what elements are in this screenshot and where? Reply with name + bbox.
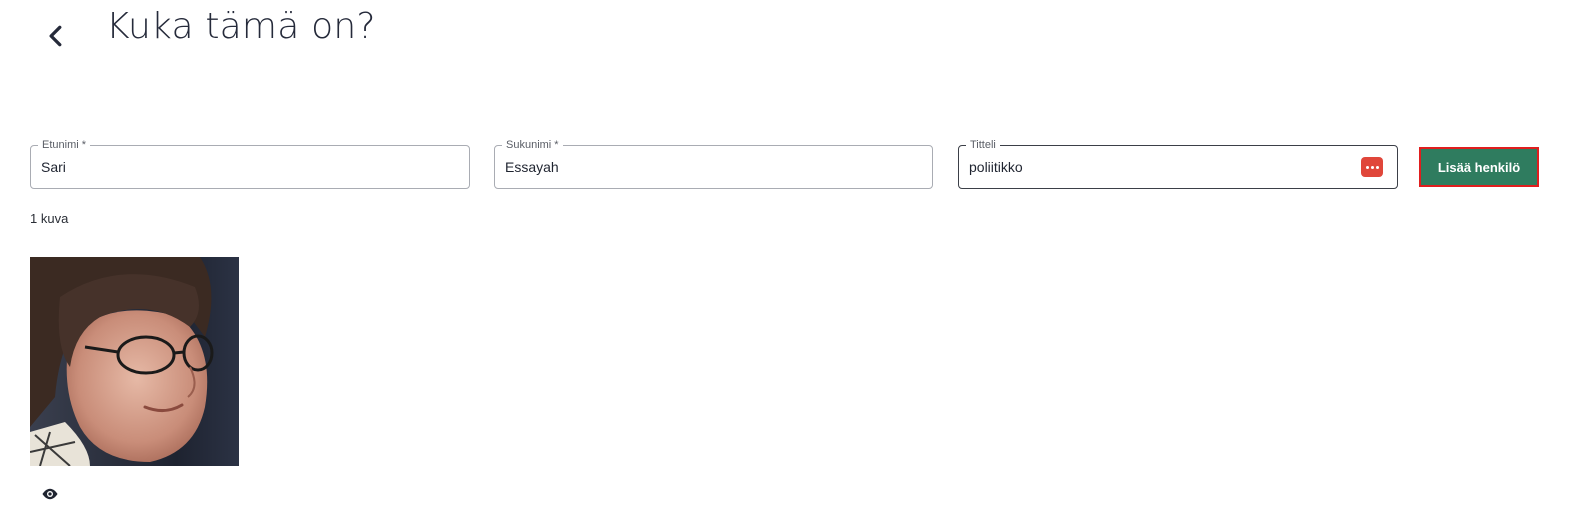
title-field: Titteli bbox=[958, 138, 1398, 189]
password-manager-icon[interactable] bbox=[1361, 157, 1383, 177]
last-name-field: Sukunimi * bbox=[494, 138, 933, 189]
first-name-input[interactable] bbox=[41, 146, 425, 188]
person-photo-image bbox=[30, 257, 239, 466]
page: Kuka tämä on? Etunimi * Sukunimi * Titte… bbox=[0, 0, 1576, 510]
person-photo[interactable] bbox=[30, 257, 239, 466]
last-name-input[interactable] bbox=[505, 146, 888, 188]
add-person-button[interactable]: Lisää henkilö bbox=[1419, 147, 1539, 187]
title-input[interactable] bbox=[969, 146, 1353, 188]
first-name-field: Etunimi * bbox=[30, 138, 470, 189]
page-title: Kuka tämä on? bbox=[106, 6, 376, 47]
chevron-left-icon bbox=[49, 25, 62, 47]
add-person-button-label: Lisää henkilö bbox=[1423, 151, 1535, 183]
eye-icon[interactable] bbox=[41, 485, 59, 503]
image-count: 1 kuva bbox=[30, 211, 69, 226]
back-button[interactable] bbox=[36, 16, 76, 56]
